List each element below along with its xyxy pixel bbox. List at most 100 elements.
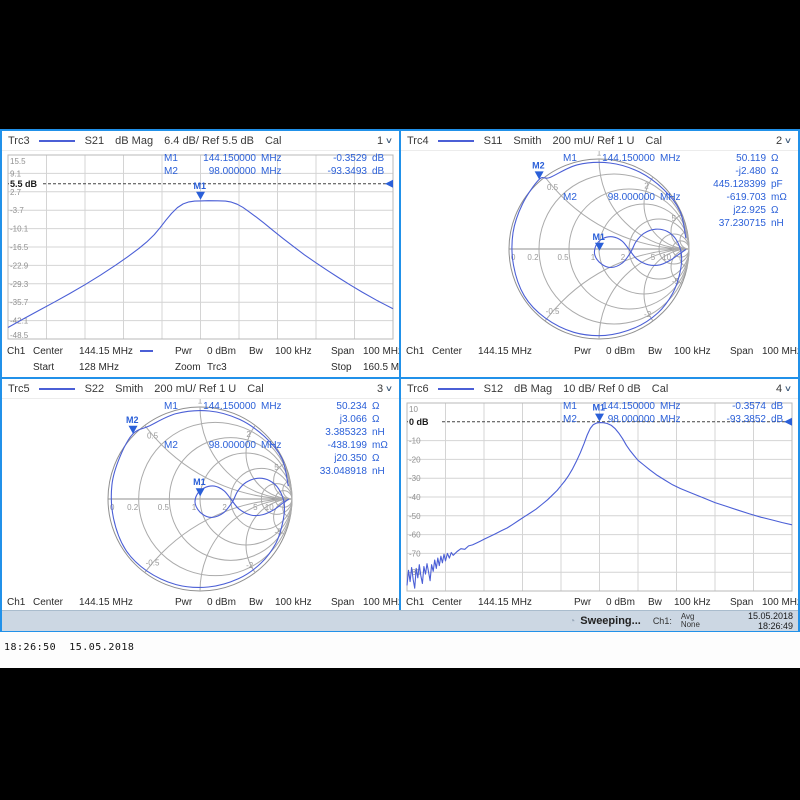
marker-frequency-unit: MHz — [256, 401, 289, 412]
y-axis-tick-label: 15.5 — [10, 157, 26, 166]
marker-value: -93.3852 — [688, 414, 766, 425]
y-axis-tick-label: 10 — [409, 405, 418, 414]
smith-axis-label: 0.2 — [527, 253, 539, 262]
trace-name: Trc6 — [407, 383, 429, 395]
trace-name: Trc5 — [8, 383, 30, 395]
marker-frequency: 144.150000 — [186, 153, 256, 164]
marker-value: 33.048918 — [289, 466, 367, 477]
marker-name: M2 — [164, 440, 186, 451]
marker-m1[interactable]: M1 — [592, 232, 605, 251]
channel-footer: Ch1Center144.15 MHzPwr0 dBmBw100 kHzSpan… — [401, 593, 798, 610]
y-axis-tick-label: -22.9 — [10, 261, 29, 270]
footer-field: Pwr — [574, 597, 606, 608]
footer-field: Center — [432, 597, 478, 608]
footer-field: 160.5 MHz — [363, 362, 399, 373]
footer-field: Center — [432, 346, 478, 357]
smith-reactance-label: -0.5 — [546, 307, 560, 316]
trc6-plot: 10-10-20-30-40-50-60-70-800 dBM1 — [401, 399, 798, 595]
footer-row: Ch1Center144.15 MHzPwr0 dBmBw100 kHzSpan… — [406, 594, 796, 610]
y-axis-tick-label: -30 — [409, 474, 421, 483]
marker-frequency: 98.000000 — [186, 440, 256, 451]
window-number[interactable]: 4 — [776, 383, 782, 395]
marker-m1[interactable]: M1 — [194, 181, 207, 200]
marker-frequency-unit: MHz — [256, 166, 289, 177]
average-indicator: Avg None — [681, 613, 700, 629]
chevron-down-icon[interactable]: ∨ — [784, 384, 792, 393]
marker-label: M1 — [592, 232, 605, 242]
chevron-down-icon[interactable]: ∨ — [784, 136, 792, 145]
marker-readout-line: M1144.150000MHz-0.3529dB — [164, 153, 394, 166]
window-number[interactable]: 1 — [377, 135, 383, 147]
marker-readout-line: M1144.150000MHz50.234Ω — [164, 401, 394, 414]
chevron-down-icon[interactable]: ∨ — [385, 136, 393, 145]
channel-footer: Ch1Center144.15 MHzPwr0 dBmBw100 kHzSpan… — [401, 342, 798, 377]
marker-name: M2 — [563, 414, 585, 425]
footer-field: 128 MHz — [79, 362, 175, 373]
marker-name: M2 — [563, 192, 585, 203]
footer-field: Ch1 — [7, 346, 33, 357]
marker-readout: M1144.150000MHz-0.3529dBM298.000000MHz-9… — [164, 153, 394, 179]
y-axis-tick-label: -60 — [409, 531, 421, 540]
footer-field: Ch1 — [406, 597, 432, 608]
footer-field: Span — [331, 597, 363, 608]
marker-readout-line: 445.128399pF — [563, 179, 793, 192]
panel-trc3: Trc3S21dB Mag6.4 dB/ Ref 5.5 dBCal1∨ 15.5… — [2, 131, 399, 377]
y-axis-tick-label: -20 — [409, 455, 421, 464]
y-axis-tick-label: -3.7 — [10, 206, 24, 215]
marker-value-unit: dB — [367, 166, 394, 177]
y-axis-tick-label: -10 — [409, 437, 421, 446]
reference-arrow-icon[interactable] — [385, 180, 393, 188]
avg-value: None — [681, 620, 700, 629]
reference-level-label: 0 dB — [409, 417, 429, 427]
panel-trc4: Trc4S11Smith200 mU/ Ref 1 UCal2∨00.20.51… — [401, 131, 798, 377]
trc3-plot: 15.59.12.7-3.7-10.1-16.5-22.9-29.3-35.7-… — [2, 151, 399, 343]
cal-indicator: Cal — [247, 383, 264, 395]
footer-field: Trc3 — [207, 362, 249, 373]
marker-value-unit: Ω — [766, 205, 793, 216]
status-channel-label: Ch1: — [653, 616, 672, 626]
footer-field: 144.15 MHz — [79, 597, 175, 608]
marker-frequency: 144.150000 — [186, 401, 256, 412]
marker-frequency: 98.000000 — [585, 192, 655, 203]
marker-readout: M1144.150000MHz50.234Ωj3.066Ω3.385323nHM… — [164, 401, 394, 479]
footer-field: Pwr — [175, 346, 207, 357]
marker-value: 445.128399 — [688, 179, 766, 190]
footer-field: 144.15 MHz — [478, 346, 574, 357]
marker-name: M2 — [164, 166, 186, 177]
trace-name: Trc3 — [8, 135, 30, 147]
marker-m1[interactable]: M1 — [193, 477, 206, 496]
marker-frequency-unit: MHz — [655, 401, 688, 412]
panel-header: Trc4S11Smith200 mU/ Ref 1 UCal2∨ — [401, 131, 798, 151]
footer-field: Span — [730, 597, 762, 608]
marker-readout-line: j3.066Ω — [164, 414, 394, 427]
window-number[interactable]: 3 — [377, 383, 383, 395]
footer-field: Bw — [648, 597, 674, 608]
smith-axis-label: 0.2 — [127, 503, 139, 512]
marker-value: 3.385323 — [289, 427, 367, 438]
trace-format: dB Mag — [514, 383, 552, 395]
footer-field: 0 dBm — [207, 346, 249, 357]
marker-label: M2 — [126, 415, 139, 425]
panel-header: Trc3S21dB Mag6.4 dB/ Ref 5.5 dBCal1∨ — [2, 131, 399, 151]
footer-field: 100 MHz — [363, 597, 399, 608]
desktop-timestamp: 18:26:50 15.05.2018 — [4, 642, 134, 653]
footer-field: Pwr — [175, 597, 207, 608]
footer-field: 100 kHz — [674, 597, 730, 608]
chevron-down-icon[interactable]: ∨ — [385, 384, 393, 393]
marker-name: M1 — [164, 401, 186, 412]
footer-field: Center — [33, 597, 79, 608]
trace-format: Smith — [513, 135, 541, 147]
measurement-parameter: S12 — [484, 383, 504, 395]
marker-value: -0.3574 — [688, 401, 766, 412]
marker-m2[interactable]: M2 — [532, 160, 545, 179]
marker-value: -93.3493 — [289, 166, 367, 177]
footer-field: 0 dBm — [606, 346, 648, 357]
smith-reactance-label: -2 — [644, 310, 652, 319]
y-axis-tick-label: -16.5 — [10, 243, 29, 252]
window-number[interactable]: 2 — [776, 135, 782, 147]
panel-trc6: Trc6S12dB Mag10 dB/ Ref 0 dBCal4∨10-10-2… — [401, 379, 798, 610]
marker-value: -0.3529 — [289, 153, 367, 164]
marker-value: 50.234 — [289, 401, 367, 412]
marker-frequency: 144.150000 — [585, 401, 655, 412]
footer-row: Ch1Center144.15 MHzPwr0 dBmBw100 kHzSpan… — [406, 343, 796, 359]
